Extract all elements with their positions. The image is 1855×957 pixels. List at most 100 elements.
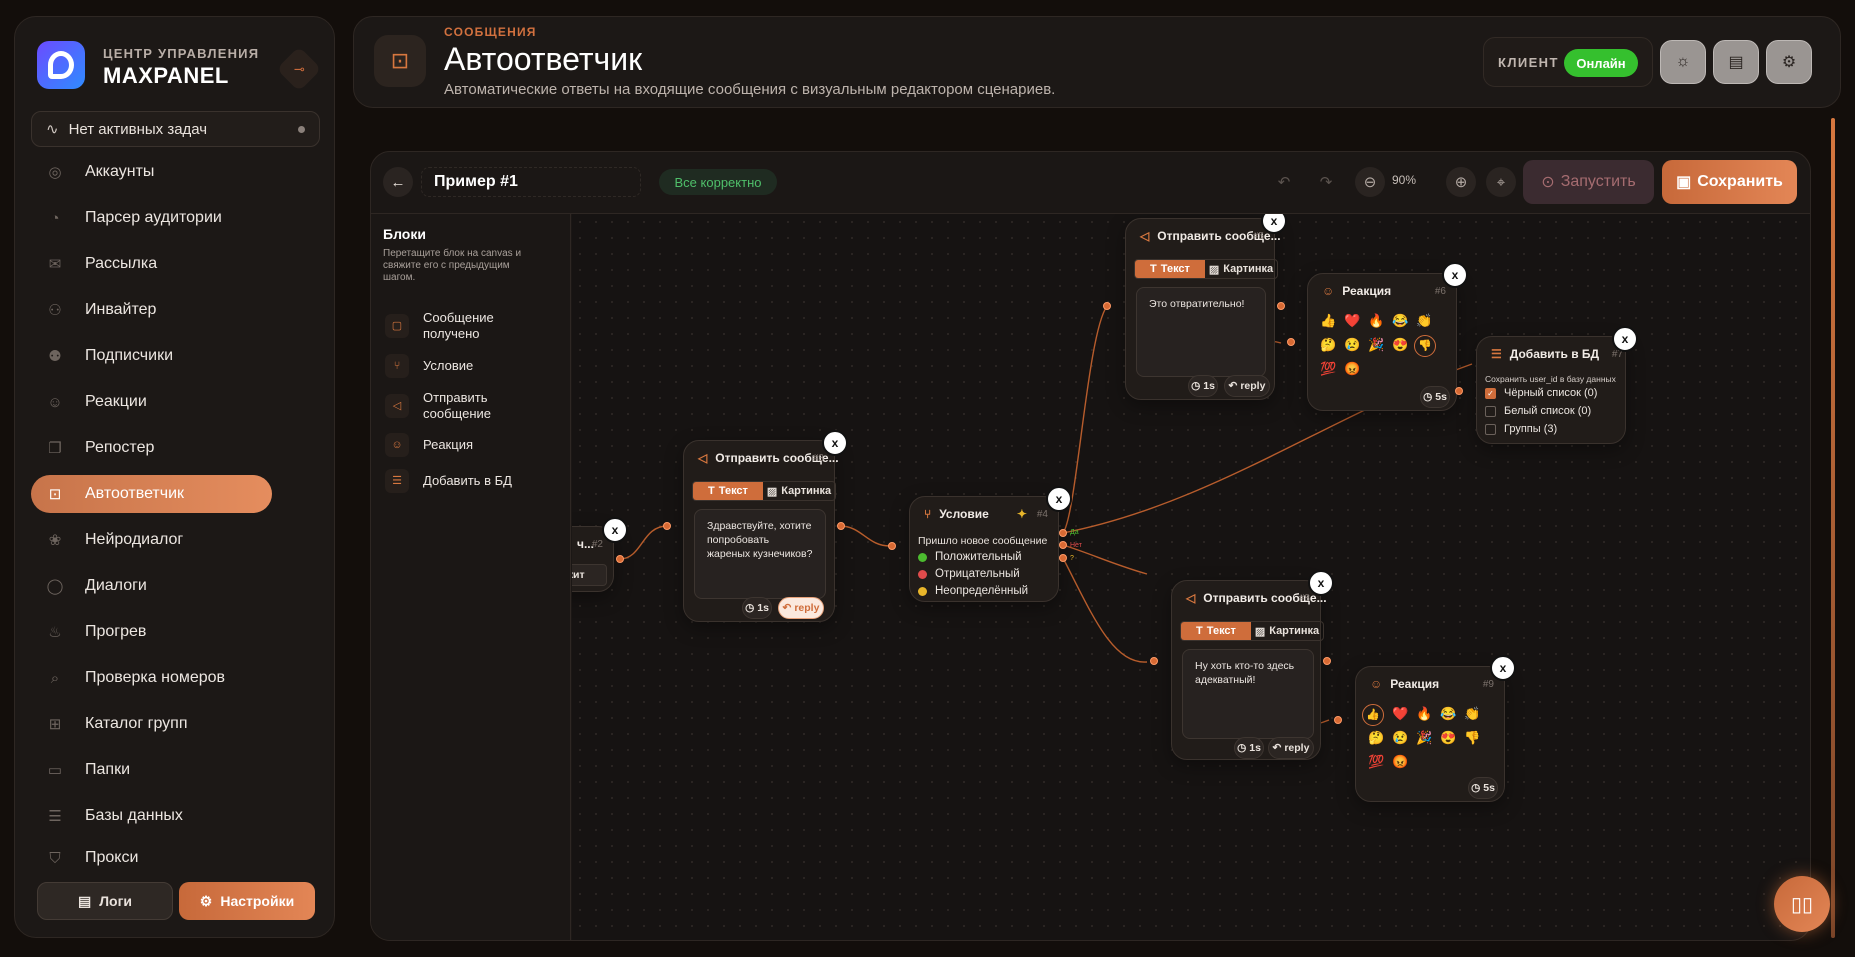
reaction-party[interactable]: 🎉 [1416, 731, 1432, 745]
reaction-sad[interactable]: 😢 [1344, 338, 1360, 352]
reaction-sad[interactable]: 😢 [1392, 731, 1408, 745]
node-3-output-port[interactable] [837, 522, 845, 530]
redo-button[interactable]: ↷ [1311, 167, 1341, 197]
reaction-laugh[interactable]: 😂 [1440, 707, 1456, 721]
scrollbar-thumb[interactable] [1831, 118, 1835, 938]
sidebar-item-accounts[interactable]: ◎ Аккаунты [31, 153, 272, 191]
flow-canvas[interactable]: ч... #2 ржит x ◁Отправить сообще... #3 T… [572, 214, 1810, 940]
block-add-to-db[interactable]: ☰ Добавить в БД [385, 469, 555, 493]
reaction-fire[interactable]: 🔥 [1416, 707, 1432, 721]
back-button[interactable]: ← [383, 167, 413, 197]
sidebar-item-warmup[interactable]: ♨ Прогрев [31, 613, 272, 651]
reaction-clap[interactable]: 👏 [1416, 314, 1432, 328]
reaction-party[interactable]: 🎉 [1368, 338, 1384, 352]
reaction-heart[interactable]: ❤️ [1344, 314, 1360, 328]
node-reaction-6[interactable]: ☺ Реакция #6 👍 ❤️ 🔥 😂 👏 🤔 😢 🎉 😍 👎 💯 😡 ◷ 5s [1307, 273, 1457, 411]
reply-toggle[interactable]: ↶ reply [1268, 737, 1314, 759]
node-2-button[interactable]: ржит [572, 564, 607, 586]
delay-chip[interactable]: ◷ 5s [1420, 386, 1450, 408]
reaction-100[interactable]: 💯 [1320, 362, 1336, 376]
tab-image[interactable]: ▨ Картинка [1251, 622, 1323, 640]
node-send-message-8[interactable]: ◁ Отправить сообще... #8 T Текст ▨ Картинка… [1171, 580, 1327, 760]
message-textarea[interactable]: Ну хоть кто-то здесь адекватный! [1182, 649, 1314, 739]
node-6-input-port[interactable] [1287, 338, 1295, 346]
scenario-name-input[interactable]: Пример #1 [421, 167, 641, 197]
tab-image[interactable]: ▨ Картинка [763, 482, 835, 500]
node-4-output-yes[interactable] [1059, 529, 1067, 537]
save-button[interactable]: ▣ Сохранить [1662, 160, 1797, 204]
node-4-output-unknown[interactable] [1059, 554, 1067, 562]
reaction-clap[interactable]: 👏 [1464, 707, 1480, 721]
theme-toggle-button[interactable]: ☼ [1660, 40, 1706, 84]
node-8-output-port[interactable] [1323, 657, 1331, 665]
block-send-message[interactable]: ◁ Отправить сообщение [385, 390, 555, 422]
checkbox[interactable] [1485, 423, 1496, 435]
reaction-laugh[interactable]: 😂 [1392, 314, 1408, 328]
sidebar-item-subscribers[interactable]: ⚉ Подписчики [31, 337, 272, 375]
message-textarea[interactable]: Это отвратительно! [1136, 287, 1266, 377]
list-groups[interactable]: Группы (3) [1485, 423, 1557, 435]
sidebar-item-dialogs[interactable]: ◯ Диалоги [31, 567, 272, 605]
node-6-close-button[interactable]: x [1442, 262, 1468, 288]
sidebar-item-mailing[interactable]: ✉ Рассылка [31, 245, 272, 283]
tab-text[interactable]: T Текст [1135, 260, 1205, 278]
reaction-thumbs-up-selected[interactable]: 👍 [1362, 704, 1384, 726]
tab-image[interactable]: ▨ Картинка [1205, 260, 1277, 278]
node-add-to-db-7[interactable]: ☰ Добавить в БД #7 Сохранить user_id в ба… [1476, 336, 1626, 444]
sidebar-item-databases[interactable]: ☰ Базы данных [31, 797, 272, 835]
node-send-message-3[interactable]: ◁ Отправить сообще... #3 T Текст ▨ Картинка… [683, 440, 839, 622]
node-7-close-button[interactable]: x [1612, 326, 1638, 352]
reaction-heart[interactable]: ❤️ [1392, 707, 1408, 721]
sidebar-item-folders[interactable]: ▭ Папки [31, 751, 272, 789]
node-3-close-button[interactable]: x [822, 430, 848, 456]
node-5-output-port[interactable] [1277, 302, 1285, 310]
reaction-fire[interactable]: 🔥 [1368, 314, 1384, 328]
node-9-input-port[interactable] [1334, 716, 1342, 724]
checkbox[interactable] [1485, 405, 1496, 417]
node-9-close-button[interactable]: x [1490, 655, 1516, 681]
node-4-input-port[interactable] [888, 542, 896, 550]
delay-chip[interactable]: ◷ 1s [742, 597, 772, 619]
block-message-received[interactable]: ▢ Сообщение получено [385, 310, 555, 342]
delay-chip[interactable]: ◷ 5s [1468, 777, 1498, 799]
reply-toggle[interactable]: ↶ reply [778, 597, 824, 619]
list-blacklist[interactable]: ✓ Чёрный список (0) [1485, 387, 1597, 399]
logs-button[interactable]: ▤ Логи [37, 882, 173, 920]
active-tasks-indicator[interactable]: ∿ Нет активных задач [31, 111, 320, 147]
sidebar-item-autoresponder[interactable]: ⊡ Автоответчик [31, 475, 272, 513]
delay-chip[interactable]: ◷ 1s [1234, 737, 1264, 759]
node-8-close-button[interactable]: x [1308, 570, 1334, 596]
node-8-input-port[interactable] [1150, 657, 1158, 665]
reaction-thinking[interactable]: 🤔 [1320, 338, 1336, 352]
list-whitelist[interactable]: Белый список (0) [1485, 405, 1591, 417]
node-6-output-port[interactable] [1455, 387, 1463, 395]
reaction-heart-eyes[interactable]: 😍 [1440, 731, 1456, 745]
node-send-message-5[interactable]: ◁ Отправить сообще... #5 T Текст ▨ Картинка… [1125, 218, 1281, 400]
reaction-heart-eyes[interactable]: 😍 [1392, 338, 1408, 352]
guide-book-button[interactable]: ▯▯ [1774, 876, 1830, 932]
message-textarea[interactable]: Здравствуйте, хотите попробовать жареных… [694, 509, 826, 599]
reaction-angry[interactable]: 😡 [1344, 362, 1360, 376]
block-condition[interactable]: ⑂ Условие [385, 354, 555, 378]
undo-button[interactable]: ↶ [1269, 167, 1299, 197]
node-condition-4[interactable]: ⑂ Условие ✦ #4 Пришло новое сообщение Поло… [909, 496, 1059, 602]
sidebar-item-proxy[interactable]: ⛉ Прокси [31, 843, 272, 873]
reaction-100[interactable]: 💯 [1368, 755, 1384, 769]
node-reaction-9[interactable]: ☺ Реакция #9 👍 ❤️ 🔥 😂 👏 🤔 😢 🎉 😍 👎 💯 😡 ◷ 5s [1355, 666, 1505, 802]
docs-button[interactable]: ▤ [1713, 40, 1759, 84]
zoom-out-button[interactable]: ⊖ [1355, 167, 1385, 197]
block-reaction[interactable]: ☺ Реакция [385, 433, 555, 457]
reaction-angry[interactable]: 😡 [1392, 755, 1408, 769]
node-2-output-port[interactable] [616, 555, 624, 563]
sidebar-item-reactions[interactable]: ☺ Реакции [31, 383, 272, 421]
center-view-button[interactable]: ⌖ [1486, 167, 1516, 197]
settings-button[interactable]: ⚙ Настройки [179, 882, 315, 920]
reaction-thumbs-down-selected[interactable]: 👎 [1414, 335, 1436, 357]
node-3-input-port[interactable] [663, 522, 671, 530]
node-5-input-port[interactable] [1103, 302, 1111, 310]
checkbox-checked[interactable]: ✓ [1485, 387, 1496, 399]
sidebar-item-neurodialog[interactable]: ❀ Нейродиалог [31, 521, 272, 559]
tab-text[interactable]: T Текст [1181, 622, 1251, 640]
header-settings-button[interactable]: ⚙ [1766, 40, 1812, 84]
node-4-close-button[interactable]: x [1046, 486, 1072, 512]
